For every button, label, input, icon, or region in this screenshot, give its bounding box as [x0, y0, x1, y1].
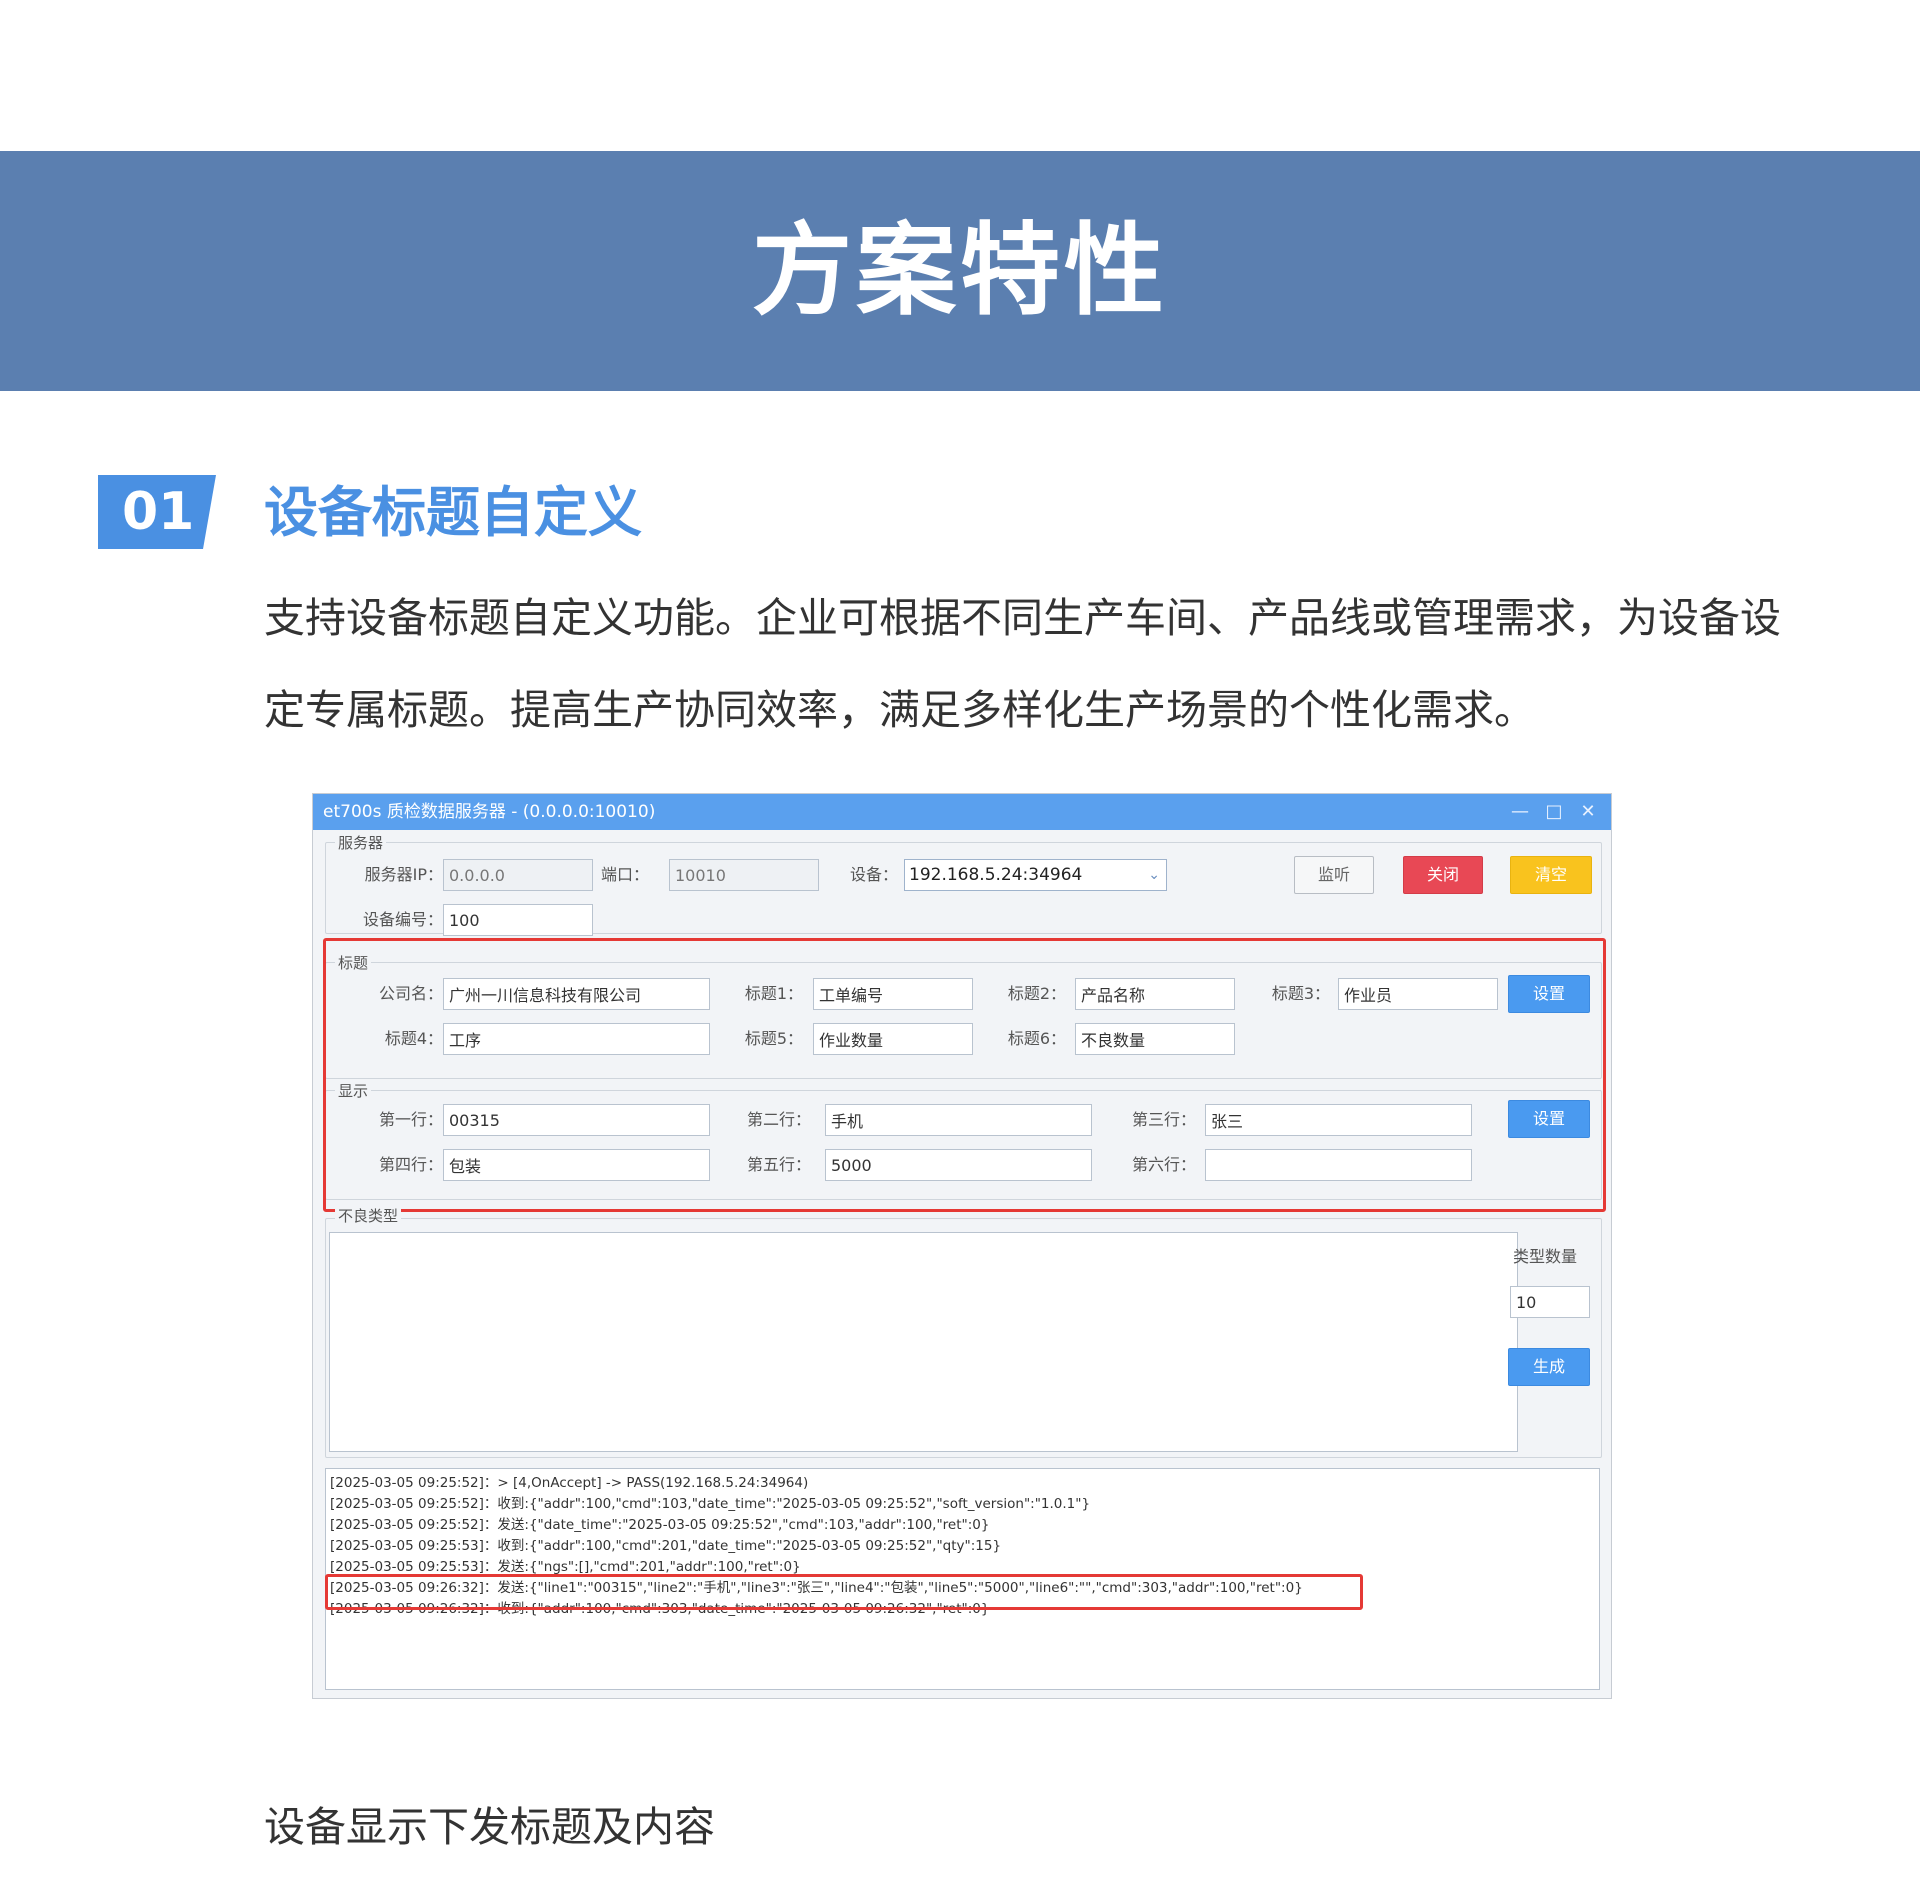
line3-input[interactable]	[1205, 1104, 1472, 1136]
device-select-value: 192.168.5.24:34964	[909, 865, 1083, 885]
app-window: et700s 质检数据服务器 - (0.0.0.0:10010) — □ ✕ 服…	[312, 793, 1612, 1699]
defects-legend: 不良类型	[335, 1207, 402, 1225]
line3-label: 第三行：	[1131, 1110, 1196, 1129]
server-ip-input[interactable]	[443, 859, 593, 891]
page-title: 方案特性	[752, 212, 1168, 329]
figure-caption: 设备显示下发标题及内容	[264, 1803, 715, 1851]
line1-label: 第一行：	[378, 1110, 443, 1129]
device-select[interactable]: 192.168.5.24:34964 ⌄	[904, 859, 1167, 891]
generate-button[interactable]: 生成	[1508, 1348, 1590, 1386]
maximize-icon[interactable]: □	[1539, 797, 1569, 827]
line5-label: 第五行：	[746, 1155, 811, 1174]
listen-button[interactable]: 监听	[1294, 856, 1374, 894]
type-count-input[interactable]	[1510, 1286, 1590, 1318]
log-line: [2025-03-05 09:25:53]：发送:{"ngs":[],"cmd"…	[330, 1559, 801, 1575]
title6-input[interactable]	[1075, 1023, 1235, 1055]
device-no-input[interactable]	[443, 904, 593, 936]
log-line: [2025-03-05 09:26:32]：收到:{"addr":100,"cm…	[330, 1601, 990, 1617]
titles-set-button[interactable]: 设置	[1508, 975, 1590, 1013]
display-legend: 显示	[335, 1082, 372, 1100]
log-line: [2025-03-05 09:25:52]：发送:{"date_time":"2…	[330, 1517, 990, 1533]
type-count-label: 类型数量	[1513, 1247, 1578, 1266]
port-label: 端口：	[600, 865, 649, 884]
company-label: 公司名：	[378, 984, 443, 1003]
server-ip-label: 服务器IP：	[364, 865, 443, 884]
section-title: 设备标题自定义	[264, 481, 642, 544]
titles-legend: 标题	[335, 954, 372, 972]
chevron-down-icon: ⌄	[1148, 867, 1160, 883]
device-no-label: 设备编号：	[362, 910, 443, 929]
server-legend: 服务器	[335, 834, 387, 852]
minimize-icon[interactable]: —	[1505, 797, 1535, 827]
line4-input[interactable]	[443, 1149, 710, 1181]
line1-input[interactable]	[443, 1104, 710, 1136]
defect-types-list[interactable]	[329, 1232, 1518, 1452]
log-line: [2025-03-05 09:25:52]：> [4,OnAccept] -> …	[330, 1475, 809, 1491]
section-number-badge: 01	[98, 475, 216, 549]
window-titlebar[interactable]: et700s 质检数据服务器 - (0.0.0.0:10010) — □ ✕	[313, 794, 1611, 830]
line4-label: 第四行：	[378, 1155, 443, 1174]
description-line-2: 定专属标题。提高生产协同效率，满足多样化生产场景的个性化需求。	[264, 686, 1535, 734]
line6-input[interactable]	[1205, 1149, 1472, 1181]
title1-label: 标题1：	[744, 984, 803, 1003]
port-input[interactable]	[669, 859, 819, 891]
title4-input[interactable]	[443, 1023, 710, 1055]
title3-label: 标题3：	[1271, 984, 1330, 1003]
title6-label: 标题6：	[1007, 1029, 1066, 1048]
line2-input[interactable]	[825, 1104, 1092, 1136]
line2-label: 第二行：	[746, 1110, 811, 1129]
title5-label: 标题5：	[744, 1029, 803, 1048]
clear-button[interactable]: 清空	[1510, 856, 1592, 894]
close-button[interactable]: 关闭	[1403, 856, 1483, 894]
title5-input[interactable]	[813, 1023, 973, 1055]
close-icon[interactable]: ✕	[1573, 797, 1603, 827]
title2-input[interactable]	[1075, 978, 1235, 1010]
header-banner: 方案特性	[0, 151, 1920, 391]
company-input[interactable]	[443, 978, 710, 1010]
window-title: et700s 质检数据服务器 - (0.0.0.0:10010)	[323, 802, 656, 822]
title3-input[interactable]	[1338, 978, 1498, 1010]
line5-input[interactable]	[825, 1149, 1092, 1181]
device-label: 设备：	[849, 865, 898, 884]
line6-label: 第六行：	[1131, 1155, 1196, 1174]
log-line: [2025-03-05 09:25:53]：收到:{"addr":100,"cm…	[330, 1538, 1002, 1554]
section-description: 支持设备标题自定义功能。企业可根据不同生产车间、产品线或管理需求，为设备设 定专…	[264, 572, 1804, 756]
title2-label: 标题2：	[1007, 984, 1066, 1003]
title4-label: 标题4：	[384, 1029, 443, 1048]
log-panel[interactable]: [2025-03-05 09:25:52]：> [4,OnAccept] -> …	[325, 1468, 1600, 1690]
title1-input[interactable]	[813, 978, 973, 1010]
display-set-button[interactable]: 设置	[1508, 1100, 1590, 1138]
log-line-highlighted: [2025-03-05 09:26:32]：发送:{"line1":"00315…	[330, 1580, 1303, 1596]
log-line: [2025-03-05 09:25:52]：收到:{"addr":100,"cm…	[330, 1496, 1091, 1512]
description-line-1: 支持设备标题自定义功能。企业可根据不同生产车间、产品线或管理需求，为设备设	[264, 594, 1781, 642]
